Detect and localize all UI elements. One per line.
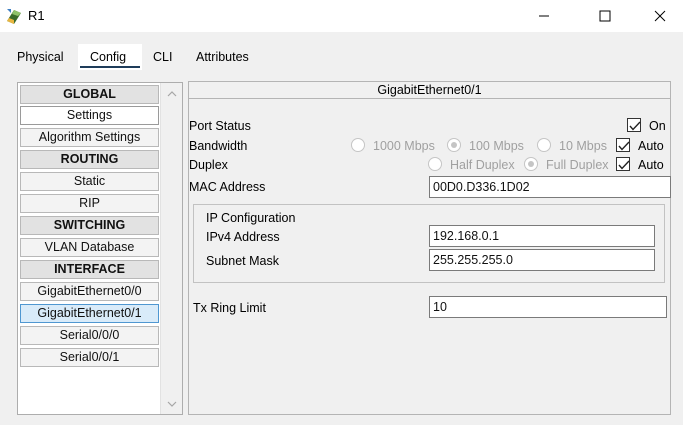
maximize-icon — [599, 10, 611, 22]
ipv4-address-field[interactable]: 192.168.0.1 — [429, 225, 655, 247]
tab-attributes[interactable]: Attributes — [196, 50, 249, 64]
tab-strip: Physical Config CLI Attributes — [0, 32, 683, 70]
duplex-auto-checkbox[interactable] — [616, 157, 630, 171]
duplex-label: Duplex — [189, 158, 228, 172]
router-app-icon — [5, 7, 23, 25]
sidebar-item-rip[interactable]: RIP — [20, 194, 159, 213]
tab-physical[interactable]: Physical — [17, 50, 64, 64]
sidebar-item-algorithm-settings[interactable]: Algorithm Settings — [20, 128, 159, 147]
subnet-mask-label: Subnet Mask — [206, 254, 279, 268]
bandwidth-10-radio[interactable] — [537, 138, 551, 152]
bandwidth-1000-radio[interactable] — [351, 138, 365, 152]
bandwidth-1000-label: 1000 Mbps — [373, 139, 435, 153]
sidebar-header-switching: SWITCHING — [20, 216, 159, 235]
tab-config[interactable]: Config — [90, 50, 126, 64]
port-status-on-checkbox[interactable] — [627, 118, 641, 132]
duplex-full-radio[interactable] — [524, 157, 538, 171]
minimize-button[interactable] — [521, 0, 567, 32]
close-icon — [654, 10, 666, 22]
tx-ring-limit-label: Tx Ring Limit — [193, 301, 266, 315]
checkmark-icon — [618, 141, 630, 151]
bandwidth-100-label: 100 Mbps — [469, 139, 524, 153]
duplex-half-radio[interactable] — [428, 157, 442, 171]
duplex-half-label: Half Duplex — [450, 158, 515, 172]
ip-configuration-label: IP Configuration — [206, 211, 296, 225]
tx-ring-limit-field[interactable]: 10 — [429, 296, 667, 318]
subnet-mask-field[interactable]: 255.255.255.0 — [429, 249, 655, 271]
scroll-up-icon[interactable] — [167, 89, 177, 99]
bandwidth-auto-label: Auto — [638, 139, 664, 153]
sidebar-item-static[interactable]: Static — [20, 172, 159, 191]
bandwidth-100-radio[interactable] — [447, 138, 461, 152]
bandwidth-auto-checkbox[interactable] — [616, 138, 630, 152]
checkmark-icon — [618, 160, 630, 170]
sidebar-header-global: GLOBAL — [20, 85, 159, 104]
scroll-down-icon[interactable] — [167, 399, 177, 409]
tab-cli[interactable]: CLI — [153, 50, 172, 64]
interface-title: GigabitEthernet0/1 — [189, 82, 670, 99]
ipv4-address-label: IPv4 Address — [206, 230, 280, 244]
sidebar-scrollbar[interactable] — [160, 83, 182, 414]
active-tab-indicator — [80, 66, 140, 68]
title-bar: R1 — [0, 0, 683, 32]
sidebar-item-gigabitethernet0-1[interactable]: GigabitEthernet0/1 — [20, 304, 159, 323]
port-status-on-label: On — [649, 119, 666, 133]
bandwidth-10-label: 10 Mbps — [559, 139, 607, 153]
ip-configuration-group: IP Configuration IPv4 Address 192.168.0.… — [193, 204, 665, 283]
sidebar-item-serial0-0-1[interactable]: Serial0/0/1 — [20, 348, 159, 367]
minimize-icon — [539, 15, 549, 17]
interface-panel: GigabitEthernet0/1 Port Status On Bandwi… — [188, 81, 671, 415]
maximize-button[interactable] — [582, 0, 628, 32]
sidebar-item-gigabitethernet0-0[interactable]: GigabitEthernet0/0 — [20, 282, 159, 301]
close-button[interactable] — [637, 0, 683, 32]
mac-address-label: MAC Address — [189, 180, 266, 194]
sidebar-header-interface: INTERFACE — [20, 260, 159, 279]
mac-address-field[interactable]: 00D0.D336.1D02 — [429, 176, 671, 198]
sidebar-item-settings[interactable]: Settings — [20, 106, 159, 125]
checkmark-icon — [629, 121, 641, 131]
bandwidth-label: Bandwidth — [189, 139, 248, 153]
window-title: R1 — [28, 8, 45, 23]
sidebar-item-serial0-0-0[interactable]: Serial0/0/0 — [20, 326, 159, 345]
port-status-label: Port Status — [189, 119, 251, 133]
duplex-auto-label: Auto — [638, 158, 664, 172]
sidebar-header-routing: ROUTING — [20, 150, 159, 169]
config-sidebar: GLOBAL Settings Algorithm Settings ROUTI… — [17, 82, 183, 415]
config-main: GLOBAL Settings Algorithm Settings ROUTI… — [0, 70, 683, 425]
duplex-full-label: Full Duplex — [546, 158, 609, 172]
sidebar-item-vlan-database[interactable]: VLAN Database — [20, 238, 159, 257]
